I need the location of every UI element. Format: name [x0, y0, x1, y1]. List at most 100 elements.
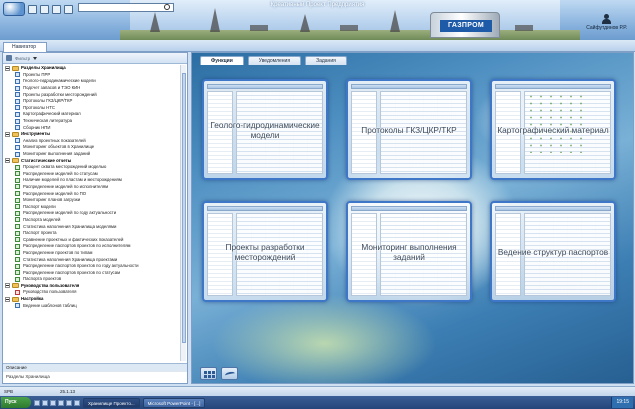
tree-label: Паспорт проекта [23, 230, 57, 236]
collapse-icon[interactable] [5, 283, 10, 289]
tile-field-projects[interactable]: Проекты разработки месторождений [202, 201, 328, 302]
map-view-button[interactable] [221, 367, 238, 380]
filter-icon[interactable] [6, 55, 12, 61]
app-icon[interactable] [66, 399, 72, 406]
tree-item[interactable]: Протоколы ГКЗ/ЦКР/ТКР [3, 98, 181, 105]
tree-item[interactable]: Распределение моделей по ПО [3, 190, 181, 197]
tree-section[interactable]: Руководства пользователя [3, 283, 181, 290]
tab-functions[interactable]: Функции [200, 56, 244, 65]
tree-item[interactable]: Подсчет запасов и ТЭО КИН [3, 85, 181, 92]
mail-icon[interactable] [50, 399, 56, 406]
collapse-icon[interactable] [5, 65, 10, 71]
tree-item[interactable]: Картографический материал [3, 111, 181, 118]
report-icon [15, 237, 20, 243]
tree-label: Распределение моделей по статусам [23, 170, 98, 176]
report-icon [15, 224, 20, 230]
folder-icon[interactable] [42, 399, 48, 406]
tree-label: Руководства пользователя [21, 282, 80, 288]
tree-item[interactable]: Проекты разработки месторождений [3, 91, 181, 98]
tree-item[interactable]: Паспорт модели [3, 203, 181, 210]
tree-label: Статистические отчеты [21, 157, 72, 163]
tile-label: Мониторинг выполнения заданий [361, 241, 457, 262]
tree-label: Геолого-гидродинамические модели [23, 78, 96, 84]
tree-item[interactable]: Проекты ПРР [3, 72, 181, 79]
tree-item[interactable]: Распределение паспортов проектов по стат… [3, 269, 181, 276]
tree-item[interactable]: Протоколы НТС [3, 105, 181, 112]
tile-cartography[interactable]: Картографический материал [490, 79, 616, 180]
tile-passport-structures[interactable]: Ведение структур паспортов [490, 201, 616, 302]
tree-label: Инструменты [21, 131, 51, 137]
tree-item[interactable]: Анализ проектных показателей [3, 138, 181, 145]
chevron-down-icon[interactable] [33, 56, 38, 60]
tree-item[interactable]: Мониторинг объектов в Хранилище [3, 144, 181, 151]
browser-icon[interactable] [34, 399, 40, 406]
document-icon [15, 125, 20, 131]
tree-item[interactable]: Распределение паспортов проектов по испо… [3, 243, 181, 250]
tile-preview-toolbar [351, 206, 467, 211]
tree-item[interactable]: Наличие моделей по пластам и месторожден… [3, 177, 181, 184]
tab-notifications[interactable]: Уведомления [247, 56, 302, 65]
home-icon[interactable] [28, 4, 37, 14]
user-panel[interactable]: Сайфутдинов Р.Р. [586, 14, 627, 31]
tree-item[interactable]: Мониторинг планов загрузки [3, 197, 181, 204]
tree-scrollbar[interactable] [180, 65, 186, 361]
tree-label: Мониторинг объектов в Хранилище [23, 144, 95, 150]
collapse-icon[interactable] [5, 131, 10, 137]
oil-pump-icon [340, 25, 358, 31]
app-icon[interactable] [74, 399, 80, 406]
tree-item[interactable]: Техническая литература [3, 118, 181, 125]
tree-item[interactable]: Распределение моделей по году актуальнос… [3, 210, 181, 217]
tree-item[interactable]: Руководство пользователя [3, 289, 181, 296]
view-switcher [200, 367, 238, 380]
tree-item[interactable]: Процент охвата месторождений моделью [3, 164, 181, 171]
tree-item[interactable]: Распределение моделей по статусам [3, 171, 181, 178]
filter-label[interactable]: Фильтр [15, 56, 30, 61]
back-icon[interactable] [52, 4, 61, 14]
save-icon[interactable] [40, 4, 49, 14]
start-button[interactable]: Пуск [1, 397, 31, 408]
tree-item[interactable]: Статистика наполнения Хранилища моделями [3, 223, 181, 230]
tree-section[interactable]: Инструменты [3, 131, 181, 138]
tree-item[interactable]: Распределение моделей по исполнителям [3, 184, 181, 191]
tile-geo-models[interactable]: Геолого-гидродинамические модели [202, 79, 328, 180]
app-logo-icon[interactable] [3, 2, 25, 16]
grid-icon [204, 371, 207, 374]
tree-label: Ведение шаблонов таблиц [23, 302, 77, 308]
tile-protocols[interactable]: Протоколы ГКЗ/ЦКР/ТКР [346, 79, 472, 180]
tree-item[interactable]: Статистика наполнения Хранилища проектам… [3, 256, 181, 263]
tree-section[interactable]: Разделы Хранилища [3, 65, 181, 72]
description-text: Разделы Хранилища [3, 371, 187, 383]
tree-label: Подсчет запасов и ТЭО КИН [23, 85, 81, 91]
tree-item[interactable]: Сравнение проектных и фактических показа… [3, 236, 181, 243]
grid-view-button[interactable] [200, 367, 217, 380]
tree-item[interactable]: Ведение шаблонов таблиц [3, 302, 181, 309]
tree-label: Протоколы НТС [23, 104, 55, 110]
oil-derrick-icon [300, 14, 310, 32]
tree-item[interactable]: Геолого-гидродинамические модели [3, 78, 181, 85]
taskbar-item-storage[interactable]: Хранилище Проекто... [83, 397, 140, 408]
app-icon[interactable] [58, 399, 64, 406]
refresh-icon[interactable] [64, 4, 73, 14]
collapse-icon[interactable] [5, 296, 10, 302]
tab-navigator[interactable]: Навигатор [3, 42, 47, 52]
tab-tasks[interactable]: Задания [305, 56, 347, 65]
tree-item[interactable]: Паспорта моделей [3, 217, 181, 224]
tree-item[interactable]: Распределение паспортов проектов по году… [3, 263, 181, 270]
tree-label: Протоколы ГКЗ/ЦКР/ТКР [23, 98, 73, 104]
tree-label: Настройка [21, 296, 44, 302]
search-input[interactable] [78, 3, 174, 12]
tree-item[interactable]: Сборник НПИ [3, 124, 181, 131]
tree-section[interactable]: Настройка [3, 296, 181, 303]
scrollbar-thumb[interactable] [182, 73, 186, 343]
tile-label: Протоколы ГКЗ/ЦКР/ТКР [361, 124, 457, 135]
collapse-icon[interactable] [5, 158, 10, 164]
tree-item[interactable]: Мониторинг выполнения заданий [3, 151, 181, 158]
tree-item[interactable]: Паспорт проекта [3, 230, 181, 237]
tree-item[interactable]: Распределение проектов по типам [3, 250, 181, 257]
document-icon [15, 111, 20, 117]
search-icon[interactable] [164, 4, 170, 10]
taskbar-item-powerpoint[interactable]: Microsoft PowerPoint - [...] [142, 397, 206, 408]
tile-task-monitoring[interactable]: Мониторинг выполнения заданий [346, 201, 472, 302]
tree-item[interactable]: Паспорта проектов [3, 276, 181, 283]
tree-section[interactable]: Статистические отчеты [3, 157, 181, 164]
